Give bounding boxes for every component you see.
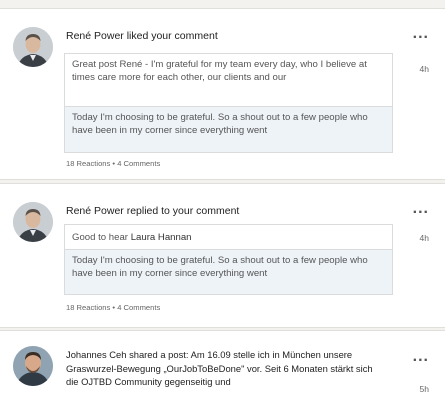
shared-post-text[interactable]: Johannes Ceh shared a post: Am 16.09 ste… [66, 348, 386, 389]
avatar[interactable] [13, 27, 53, 67]
notification-card[interactable]: René Power liked your comment ... Great … [0, 8, 445, 180]
notification-title[interactable]: René Power liked your comment [66, 29, 218, 43]
post-stats[interactable]: 18 Reactions • 4 Comments [66, 303, 160, 312]
comment-preview[interactable]: Great post René - I'm grateful for my te… [64, 53, 393, 107]
timestamp: 4h [419, 64, 429, 74]
notification-card[interactable]: Johannes Ceh shared a post: Am 16.09 ste… [0, 330, 445, 416]
mention-link[interactable]: Laura Hannan [131, 232, 192, 243]
timestamp: 4h [419, 233, 429, 243]
more-options-icon[interactable]: ... [413, 349, 429, 365]
comment-text: Good to hear [72, 232, 129, 243]
post-preview[interactable]: Today I'm choosing to be grateful. So a … [64, 106, 393, 153]
notification-card[interactable]: René Power replied to your comment ... G… [0, 183, 445, 328]
avatar[interactable] [13, 346, 53, 386]
timestamp: 5h [419, 384, 429, 394]
avatar[interactable] [13, 202, 53, 242]
post-preview[interactable]: Today I'm choosing to be grateful. So a … [64, 249, 393, 295]
more-options-icon[interactable]: ... [413, 26, 429, 42]
comment-preview[interactable]: Good to hear Laura Hannan [64, 224, 393, 250]
notification-title[interactable]: René Power replied to your comment [66, 204, 239, 218]
post-stats[interactable]: 18 Reactions • 4 Comments [66, 159, 160, 168]
more-options-icon[interactable]: ... [413, 201, 429, 217]
